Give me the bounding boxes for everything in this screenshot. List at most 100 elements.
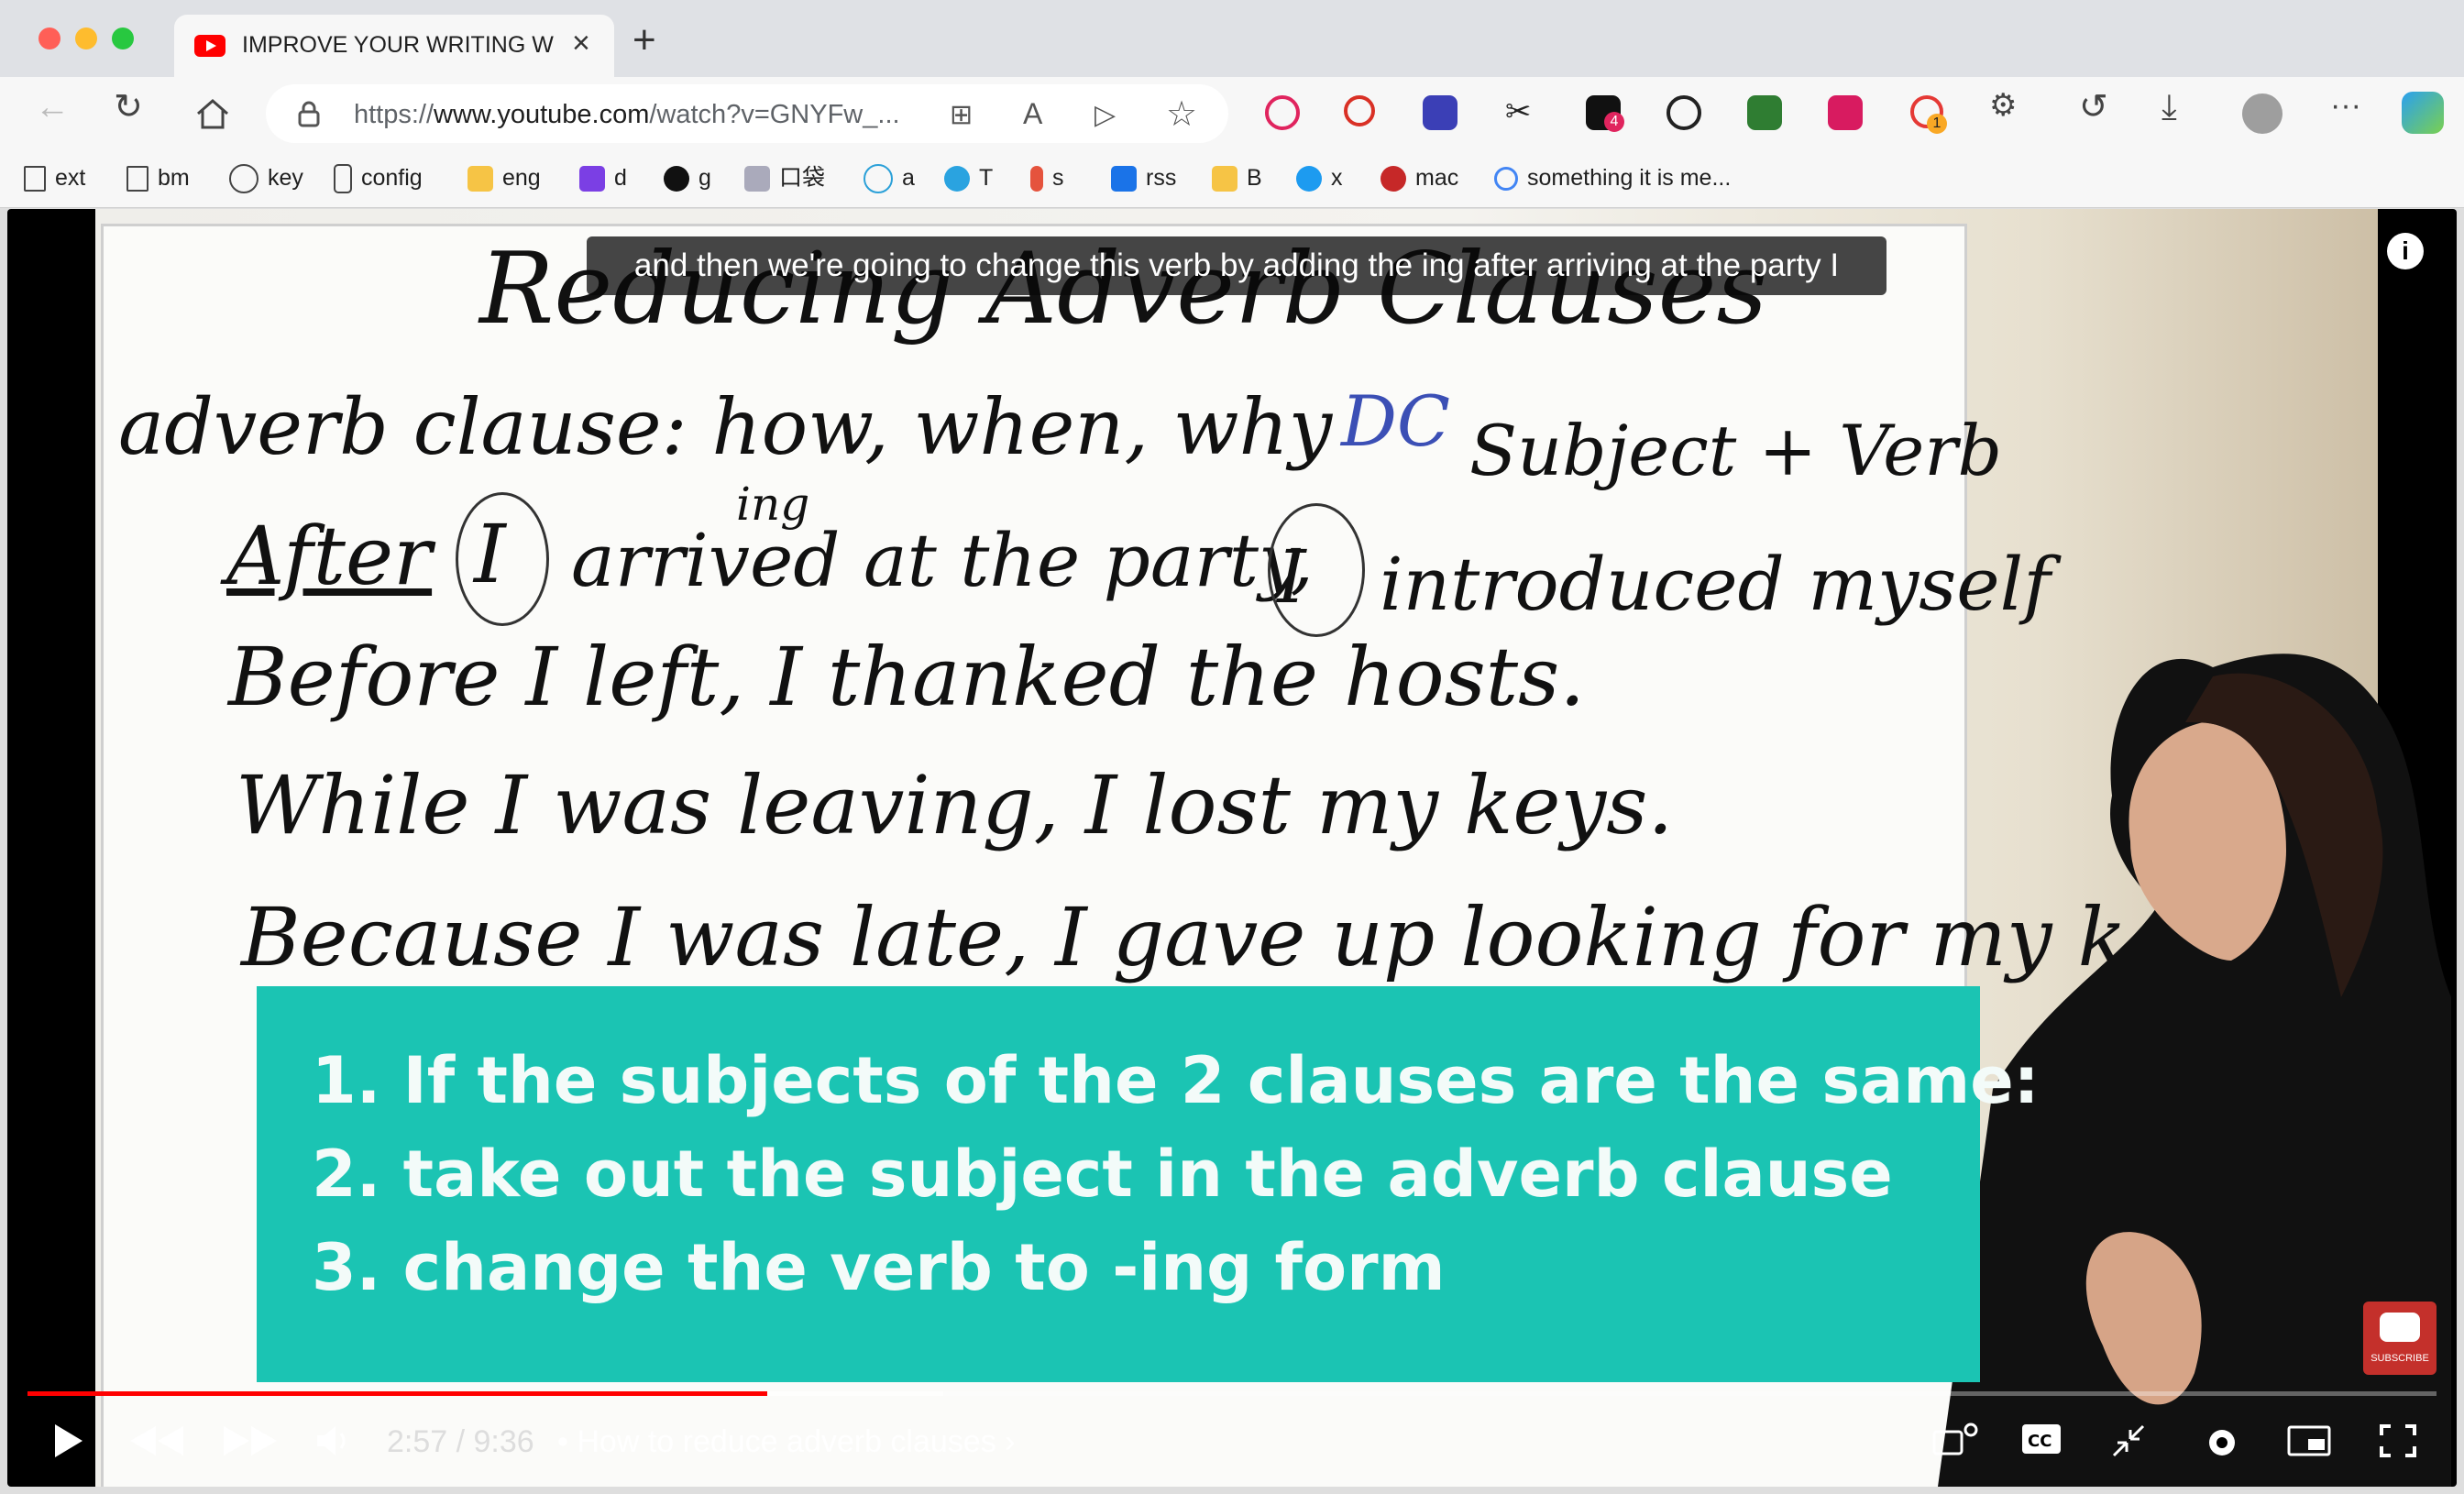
more-menu-icon[interactable]: ··· — [2330, 90, 2361, 121]
github-icon — [664, 166, 689, 192]
bookmark-bm[interactable]: bm — [126, 161, 190, 194]
puzzle-icon — [229, 164, 258, 194]
overlay-step-3: 3. change the verb to -ing form — [312, 1230, 1446, 1305]
star-outline-icon — [864, 164, 893, 194]
autoplay-settings-icon[interactable] — [1929, 1423, 1984, 1467]
settings-gear-icon[interactable] — [2202, 1423, 2242, 1467]
pen-extension-icon[interactable] — [1423, 95, 1458, 130]
reload-icon[interactable]: ↻ — [114, 90, 143, 125]
copilot-icon[interactable] — [2402, 92, 2444, 134]
bookmark-ext[interactable]: ext — [24, 161, 85, 194]
extension-badge: 4 — [1604, 112, 1624, 132]
board-line-1: adverb clause: how, when, why — [118, 382, 1333, 472]
youtube-favicon-icon — [194, 35, 226, 57]
telegram-icon — [944, 166, 970, 192]
browser-tab[interactable]: IMPROVE YOUR WRITING WITH × — [174, 15, 614, 77]
bookmark-x[interactable]: x — [1296, 161, 1343, 194]
board-arrived: arrived at the party, — [571, 518, 1314, 603]
twitter-icon — [1296, 166, 1322, 192]
page-icon — [24, 166, 46, 192]
back-icon[interactable]: ← — [35, 90, 70, 125]
board-dc: DC — [1341, 380, 1451, 462]
home-icon[interactable] — [194, 97, 231, 135]
flask-icon — [334, 164, 352, 194]
record-extension-icon[interactable]: 1 — [1910, 95, 1947, 134]
bookmark-google[interactable]: something it is me... — [1494, 161, 1731, 194]
tab-strip: IMPROVE YOUR WRITING WITH × + — [0, 0, 2464, 77]
pocket-icon — [744, 166, 770, 192]
bookmarks-bar: ext bm key config eng d g 口袋 a T s rss B… — [0, 150, 2464, 208]
time-display: 2:57 / 9:36 — [387, 1424, 534, 1459]
bookmark-s[interactable]: s — [1030, 161, 1064, 194]
board-extension-icon[interactable] — [1828, 95, 1863, 130]
bookmark-key[interactable]: key — [229, 161, 303, 194]
maximize-window-button[interactable] — [112, 27, 134, 49]
board-circle-1 — [456, 492, 549, 626]
bookmark-rss[interactable]: rss — [1111, 161, 1176, 194]
subtitles-button[interactable]: CC — [2020, 1423, 2062, 1459]
extensions-puzzle-icon[interactable]: ⚙ — [1989, 90, 2017, 121]
favorite-star-icon[interactable]: ☆ — [1166, 93, 1197, 135]
bookmark-g[interactable]: g — [664, 161, 711, 194]
bookmark-d[interactable]: d — [579, 161, 627, 194]
subscribe-watermark[interactable]: SUBSCRIBE — [2363, 1302, 2436, 1375]
page-icon — [126, 166, 148, 192]
volume-icon[interactable] — [314, 1423, 354, 1463]
subscribe-label: SUBSCRIBE — [2370, 1353, 2429, 1364]
profile-avatar[interactable] — [2242, 93, 2282, 134]
miniplayer-icon[interactable] — [2110, 1423, 2147, 1463]
video-frame: Reducing Adverb Clauses adverb clause: h… — [95, 209, 2451, 1487]
history-icon[interactable]: ↺ — [2079, 90, 2108, 125]
browser-toolbar: ← ↻ https://www.youtube.com/watch?v=GNYF… — [0, 77, 2464, 150]
google-icon — [1494, 167, 1518, 192]
app-available-icon[interactable]: ▷ — [1094, 99, 1116, 131]
apps-icon[interactable]: ⊞ — [950, 99, 973, 131]
bookmark-t[interactable]: T — [944, 161, 993, 194]
dark-extension-icon[interactable]: 4 — [1586, 95, 1624, 132]
apple-icon — [1380, 166, 1406, 192]
new-tab-button[interactable]: + — [632, 20, 656, 60]
downloads-icon[interactable]: ⤓ — [2162, 90, 2177, 125]
next-button[interactable] — [220, 1423, 280, 1463]
video-player[interactable]: Reducing Adverb Clauses adverb clause: h… — [7, 209, 2457, 1487]
board-subject-verb: Subject + Verb — [1469, 410, 2003, 491]
url-text[interactable]: https://www.youtube.com/watch?v=GNYFw_..… — [354, 100, 900, 130]
overlay-step-2: 2. take out the subject in the adverb cl… — [312, 1137, 1893, 1212]
folder-icon — [468, 166, 493, 192]
search-extension-icon[interactable] — [1344, 95, 1375, 126]
bookmark-config[interactable]: config — [334, 161, 423, 194]
bookmark-b[interactable]: B — [1212, 161, 1262, 194]
purple-app-icon — [579, 166, 605, 192]
bookmark-eng[interactable]: eng — [468, 161, 541, 194]
board-line-3: Before I left, I thanked the hosts. — [228, 630, 1586, 724]
minimize-window-button[interactable] — [75, 27, 97, 49]
overlay-step-1: 1. If the subjects of the 2 clauses are … — [312, 1043, 2040, 1118]
fullscreen-icon[interactable] — [2378, 1423, 2418, 1463]
progress-played[interactable] — [28, 1391, 767, 1396]
board-after: After — [226, 509, 433, 603]
media-extension-icon[interactable] — [1265, 95, 1300, 130]
theater-mode-icon[interactable] — [2286, 1423, 2332, 1463]
svg-text:CC: CC — [2028, 1432, 2052, 1451]
info-icon[interactable]: i — [2387, 233, 2424, 269]
rss-icon — [1111, 166, 1137, 192]
chapter-title[interactable]: • How to reduce adverb clauses › — [557, 1424, 1016, 1460]
mic-icon — [1030, 166, 1043, 192]
previous-button[interactable] — [126, 1423, 187, 1463]
bookmark-a[interactable]: a — [864, 161, 915, 194]
tab-close-icon[interactable]: × — [572, 26, 590, 61]
scissors-extension-icon[interactable]: ✂ — [1505, 93, 1532, 130]
bookmark-mac[interactable]: mac — [1380, 161, 1458, 194]
play-button[interactable] — [51, 1423, 84, 1463]
lock-icon[interactable] — [297, 101, 321, 133]
bookmark-pocket[interactable]: 口袋 — [744, 161, 825, 194]
download-extension-icon[interactable] — [1747, 95, 1782, 130]
overlay-card: 1. If the subjects of the 2 clauses are … — [257, 986, 2040, 1382]
board-circle-2 — [1268, 503, 1365, 637]
screen-record-icon[interactable] — [1666, 95, 1701, 130]
record-badge: 1 — [1927, 114, 1947, 134]
board-line-4: While I was leaving, I lost my keys. — [236, 758, 1674, 852]
address-bar[interactable]: https://www.youtube.com/watch?v=GNYFw_..… — [266, 84, 1228, 143]
close-window-button[interactable] — [38, 27, 60, 49]
read-aloud-icon[interactable]: A — [1023, 97, 1042, 131]
